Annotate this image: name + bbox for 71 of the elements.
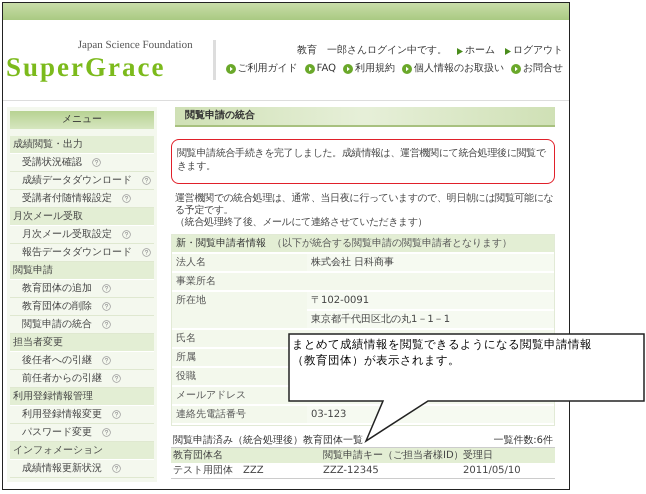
menu-section: インフォメーション bbox=[10, 442, 154, 460]
note-text: （統合処理終了後、メールにて連絡させていただきます） bbox=[175, 217, 428, 229]
menu-item[interactable]: 成績データダウンロード bbox=[10, 172, 154, 190]
help-icon bbox=[142, 248, 151, 257]
help-icon bbox=[112, 374, 121, 383]
table-cell: ZZZ-12345 bbox=[321, 463, 461, 479]
help-icon bbox=[102, 320, 111, 329]
menu-section: 担当者変更 bbox=[10, 334, 154, 352]
menu-item[interactable]: 教育団体の削除 bbox=[10, 298, 154, 316]
menu-section: 閲覧申請 bbox=[10, 262, 154, 280]
note-text: 運営機関での統合処理は、通常、当日夜に行っていますので、明日朝には閲覧可能になる予定です。 bbox=[175, 193, 554, 216]
nav-link[interactable]: ホーム bbox=[457, 45, 495, 57]
arrow-circle-icon bbox=[402, 64, 412, 74]
login-status: 教育 一郎さんログイン中です。 bbox=[297, 45, 447, 57]
help-icon bbox=[102, 428, 111, 437]
page-title: 閲覧申請の統合 bbox=[175, 107, 555, 127]
field-label: 所在地 bbox=[176, 294, 206, 308]
menu-item[interactable]: 受講状況確認 bbox=[10, 154, 154, 172]
triangle-icon bbox=[457, 48, 463, 54]
arrow-circle-icon bbox=[511, 64, 521, 74]
help-icon bbox=[122, 194, 131, 203]
field-label: 氏名 bbox=[176, 332, 196, 346]
field-label: メールアドレス bbox=[176, 389, 246, 403]
field-label: 連絡先電話番号 bbox=[176, 408, 246, 422]
utility-link[interactable]: FAQ bbox=[304, 63, 336, 75]
menu-item[interactable]: 後任者への引継 bbox=[10, 352, 154, 370]
menu-heading: メニュー bbox=[10, 111, 154, 129]
nav-link[interactable]: ログアウト bbox=[505, 45, 563, 57]
table-cell: テスト用団体 ZZZ bbox=[171, 463, 321, 479]
org-name: Japan Science Foundation bbox=[78, 39, 193, 53]
column-header: 教育団体名 bbox=[171, 448, 321, 463]
field-value: 東京都千代田区北の丸1－1－1 bbox=[307, 309, 554, 328]
column-header: 閲覧申請キー（ご担当者様ID） bbox=[321, 448, 461, 463]
menu-item[interactable]: 成績情報更新状況 bbox=[10, 460, 154, 478]
table-cell: 2011/05/10 bbox=[461, 463, 555, 479]
utility-link[interactable]: 利用規約 bbox=[343, 63, 395, 75]
help-icon bbox=[102, 302, 111, 311]
help-icon bbox=[102, 356, 111, 365]
list-count: 一覧件数:6件 bbox=[493, 434, 553, 447]
menu-section: 月次メール受取 bbox=[10, 208, 154, 226]
help-icon bbox=[92, 158, 101, 167]
menu-item[interactable]: 利用登録情報変更 bbox=[10, 406, 154, 424]
callout-text: まとめて成績情報を閲覧できるようになる閲覧申請情報 （教育団体）が表示されます。 bbox=[292, 336, 592, 368]
field-label: 所属 bbox=[176, 350, 196, 365]
help-icon bbox=[122, 230, 131, 239]
table-subtitle: （以下が統合する閲覧申請の閲覧申請者となります） bbox=[272, 238, 512, 250]
help-icon bbox=[102, 284, 111, 293]
field-label: 法人名 bbox=[176, 256, 206, 270]
utility-link[interactable]: 個人情報のお取扱い bbox=[402, 63, 504, 75]
arrow-circle-icon bbox=[304, 64, 315, 74]
table-title: 新・閲覧申請者情報 bbox=[176, 238, 266, 250]
column-header: 受理日 bbox=[461, 448, 555, 463]
logo: SuperGrace bbox=[6, 52, 166, 81]
help-icon bbox=[112, 410, 121, 419]
field-label: 事業所名 bbox=[176, 274, 216, 289]
list-title: 閲覧申請済み（統合処理後）教育団体一覧 bbox=[173, 434, 363, 447]
menu-section: 成績閲覧・出力 bbox=[10, 136, 154, 154]
field-value: 株式会社 日科商事 bbox=[307, 254, 554, 271]
menu-section: 利用登録情報管理 bbox=[10, 388, 154, 406]
completion-message: 閲覧申請統合手続きを完了しました。成績情報は、運営機関にて統合処理後に閲覧できます。 bbox=[171, 139, 555, 184]
field-label: 役職 bbox=[176, 370, 196, 384]
menu-item[interactable]: 教育団体の追加 bbox=[10, 280, 154, 298]
menu-item[interactable]: 月次メール受取設定 bbox=[10, 226, 154, 244]
utility-link[interactable]: ご利用ガイド bbox=[226, 63, 298, 75]
triangle-icon bbox=[505, 48, 511, 54]
arrow-circle-icon bbox=[226, 64, 236, 74]
field-value: 〒102-0091 bbox=[307, 292, 554, 309]
help-icon bbox=[142, 176, 151, 185]
utility-link[interactable]: お問合せ bbox=[511, 63, 563, 75]
help-icon bbox=[112, 464, 121, 473]
arrow-circle-icon bbox=[343, 64, 353, 74]
